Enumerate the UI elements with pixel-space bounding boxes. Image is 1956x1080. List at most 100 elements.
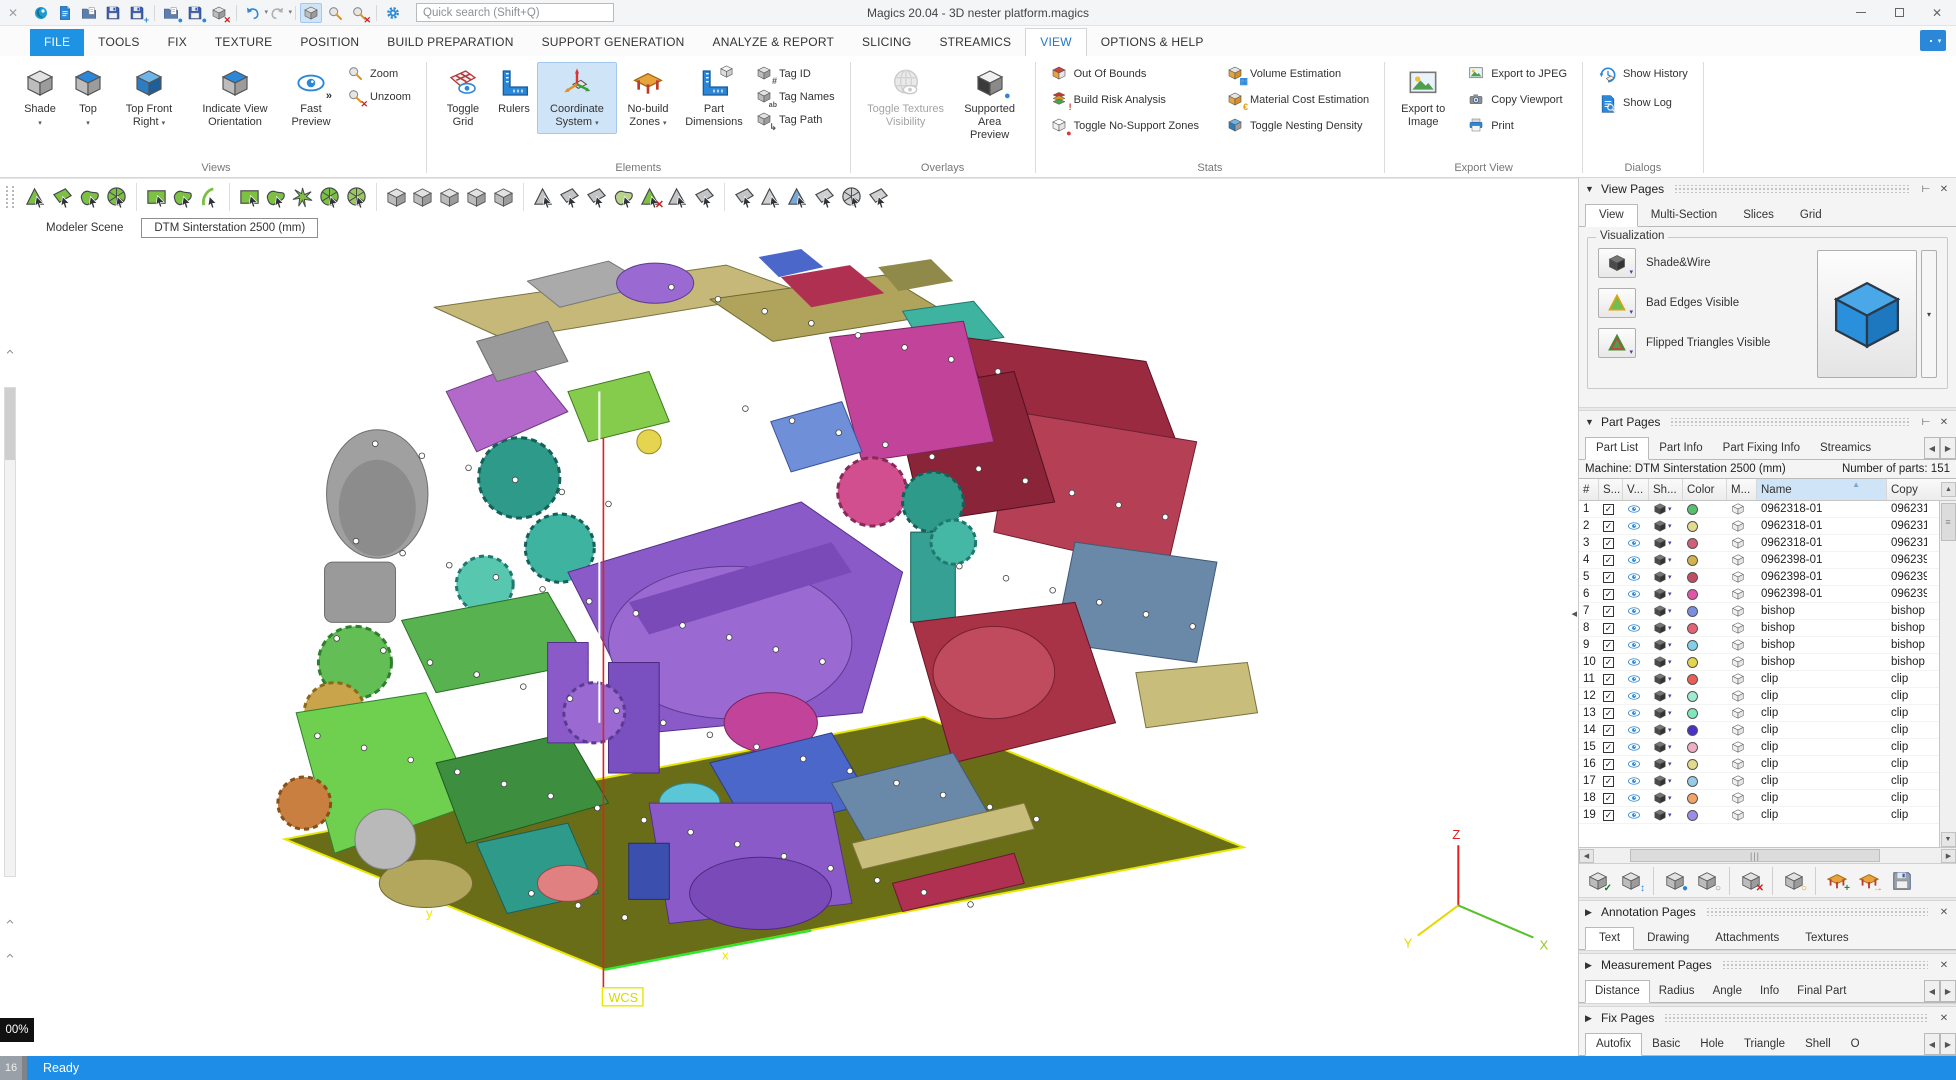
visibility-eye-icon[interactable] xyxy=(1627,502,1641,516)
part-row[interactable]: 18 ✓ ▾ clip clip xyxy=(1579,790,1939,807)
close-panel-icon[interactable]: ✕ xyxy=(1938,907,1950,918)
shade-mode-cube-icon[interactable] xyxy=(1653,740,1667,754)
visibility-eye-icon[interactable] xyxy=(1627,655,1641,669)
mesh-cube-icon[interactable] xyxy=(1731,723,1745,737)
selected-checkbox[interactable]: ✓ xyxy=(1603,776,1614,787)
ribbon-tab[interactable]: FILE xyxy=(30,29,84,56)
select-visible-cube-tool[interactable] xyxy=(409,183,436,211)
part-color-swatch[interactable] xyxy=(1687,793,1698,804)
mark-shell-tool[interactable] xyxy=(103,183,130,211)
selected-checkbox[interactable]: ✓ xyxy=(1603,589,1614,600)
toggle-no-support-zones-button[interactable]: ● Toggle No-Support Zones xyxy=(1048,116,1202,136)
render-mode-dropdown[interactable]: ▾ xyxy=(1921,250,1937,378)
tag-names-button[interactable]: ab Tag Names xyxy=(753,87,838,107)
shade-wire-button[interactable]: ▾ xyxy=(1598,248,1636,278)
mesh-cube-icon[interactable] xyxy=(1731,570,1745,584)
shade-mode-cube-icon[interactable] xyxy=(1653,502,1667,516)
part-pages-tab[interactable]: Part Fixing Info xyxy=(1713,438,1810,459)
scroll-tabs-left-button[interactable]: ◀ xyxy=(1924,1033,1940,1055)
show-history-button[interactable]: Show History xyxy=(1595,64,1691,84)
quick-search-input[interactable] xyxy=(416,3,614,22)
toggle-grid-button[interactable]: Toggle Grid xyxy=(435,62,491,134)
part-color-swatch[interactable] xyxy=(1687,810,1698,821)
tab-platform-scene[interactable]: DTM Sinterstation 2500 (mm) xyxy=(141,218,318,238)
visibility-eye-icon[interactable] xyxy=(1627,536,1641,550)
column-selected[interactable]: S... xyxy=(1599,479,1623,500)
shade-button[interactable]: Shade▾ xyxy=(14,62,66,134)
shade-mode-cube-icon[interactable] xyxy=(1653,655,1667,669)
toggle-textures-visibility-button[interactable]: Toggle Textures Visibility xyxy=(859,62,953,134)
part-color-swatch[interactable] xyxy=(1687,555,1698,566)
mesh-cube-icon[interactable] xyxy=(1731,808,1745,822)
shade-mode-cube-icon[interactable] xyxy=(1653,706,1667,720)
ribbon-options-gear-button[interactable]: ▾ xyxy=(1920,30,1946,51)
plane-section-tool[interactable] xyxy=(724,183,757,211)
fill-surface-tool[interactable] xyxy=(610,183,637,211)
tab-modeler-scene[interactable]: Modeler Scene xyxy=(34,219,135,237)
selected-checkbox[interactable]: ✓ xyxy=(1603,742,1614,753)
out-of-bounds-button[interactable]: Out Of Bounds xyxy=(1048,64,1202,84)
brush-selection-tool[interactable] xyxy=(262,183,289,211)
selected-checkbox[interactable]: ✓ xyxy=(1603,708,1614,719)
part-color-swatch[interactable] xyxy=(1687,640,1698,651)
part-color-swatch[interactable] xyxy=(1687,742,1698,753)
triangle-filter-tool[interactable] xyxy=(664,183,691,211)
material-cost-estimation-button[interactable]: € Material Cost Estimation xyxy=(1224,90,1372,110)
mesh-cube-icon[interactable] xyxy=(1731,672,1745,686)
visibility-eye-icon[interactable] xyxy=(1627,570,1641,584)
invert-selection-button[interactable]: ↕ xyxy=(1616,867,1646,895)
mesh-cube-icon[interactable] xyxy=(1731,604,1745,618)
part-color-swatch[interactable] xyxy=(1687,776,1698,787)
selected-checkbox[interactable]: ✓ xyxy=(1603,623,1614,634)
pin-icon[interactable]: ⊢ xyxy=(1920,184,1932,195)
vscrollbar-thumb[interactable]: ≡ xyxy=(1941,503,1956,541)
scroll-left-button[interactable]: ◀ xyxy=(1579,849,1594,863)
part-pages-tab[interactable]: Part Info xyxy=(1649,438,1712,459)
mesh-cube-icon[interactable] xyxy=(1731,638,1745,652)
magics-logo[interactable] xyxy=(30,3,52,23)
indicate-view-orientation-button[interactable]: Indicate View Orientation xyxy=(188,62,282,134)
selected-checkbox[interactable]: ✓ xyxy=(1603,657,1614,668)
session-close-icon[interactable]: ✕ xyxy=(0,6,26,20)
visibility-eye-icon[interactable] xyxy=(1627,706,1641,720)
zoom-button[interactable]: Zoom xyxy=(344,64,414,84)
ruler-triangle-tool[interactable] xyxy=(784,183,811,211)
ribbon-tab[interactable]: BUILD PREPARATION xyxy=(373,29,527,56)
part-pages-tab[interactable]: Part List xyxy=(1585,437,1649,460)
selected-checkbox[interactable]: ✓ xyxy=(1603,810,1614,821)
fix-tab[interactable]: O xyxy=(1841,1034,1870,1055)
part-color-swatch[interactable] xyxy=(1687,538,1698,549)
fix-tab[interactable]: Shell xyxy=(1795,1034,1841,1055)
column-mesh[interactable]: M... xyxy=(1727,479,1757,500)
visibility-eye-icon[interactable] xyxy=(1627,604,1641,618)
shell-ghost-tool[interactable] xyxy=(838,183,865,211)
part-color-swatch[interactable] xyxy=(1687,589,1698,600)
plane-filter-tool[interactable] xyxy=(691,183,718,211)
visibility-eye-icon[interactable] xyxy=(1627,638,1641,652)
mesh-cube-icon[interactable] xyxy=(1731,587,1745,601)
part-row[interactable]: 15 ✓ ▾ clip clip xyxy=(1579,739,1939,756)
collapse-up-icon[interactable] xyxy=(4,917,16,927)
visibility-eye-icon[interactable] xyxy=(1627,791,1641,805)
selected-checkbox[interactable]: ✓ xyxy=(1603,759,1614,770)
close-button[interactable]: ✕ xyxy=(1918,0,1956,25)
zoom-button[interactable] xyxy=(324,3,346,23)
shade-mode-cube-icon[interactable] xyxy=(1653,587,1667,601)
part-row[interactable]: 10 ✓ ▾ bishop bishop xyxy=(1579,654,1939,671)
shade-mode-cube-icon[interactable] xyxy=(1653,570,1667,584)
part-row[interactable]: 4 ✓ ▾ 0962398-01 0962398-01 xyxy=(1579,552,1939,569)
plane-ghost-tool-2[interactable] xyxy=(865,183,892,211)
part-color-swatch[interactable] xyxy=(1687,759,1698,770)
save-button[interactable] xyxy=(102,3,124,23)
mesh-cube-icon[interactable] xyxy=(1731,774,1745,788)
selected-checkbox[interactable]: ✓ xyxy=(1603,555,1614,566)
mesh-cube-icon[interactable] xyxy=(1731,621,1745,635)
expand-plane-tool[interactable] xyxy=(583,183,610,211)
bad-edges-visible-button[interactable]: ▾ xyxy=(1598,288,1636,318)
copy-viewport-button[interactable]: Copy Viewport xyxy=(1465,90,1570,110)
visibility-eye-icon[interactable] xyxy=(1627,553,1641,567)
move-to-platform-button[interactable]: → xyxy=(1854,867,1884,895)
part-row[interactable]: 13 ✓ ▾ clip clip xyxy=(1579,705,1939,722)
shade-mode-cube-icon[interactable] xyxy=(1653,757,1667,771)
star-selection-tool[interactable] xyxy=(289,183,316,211)
